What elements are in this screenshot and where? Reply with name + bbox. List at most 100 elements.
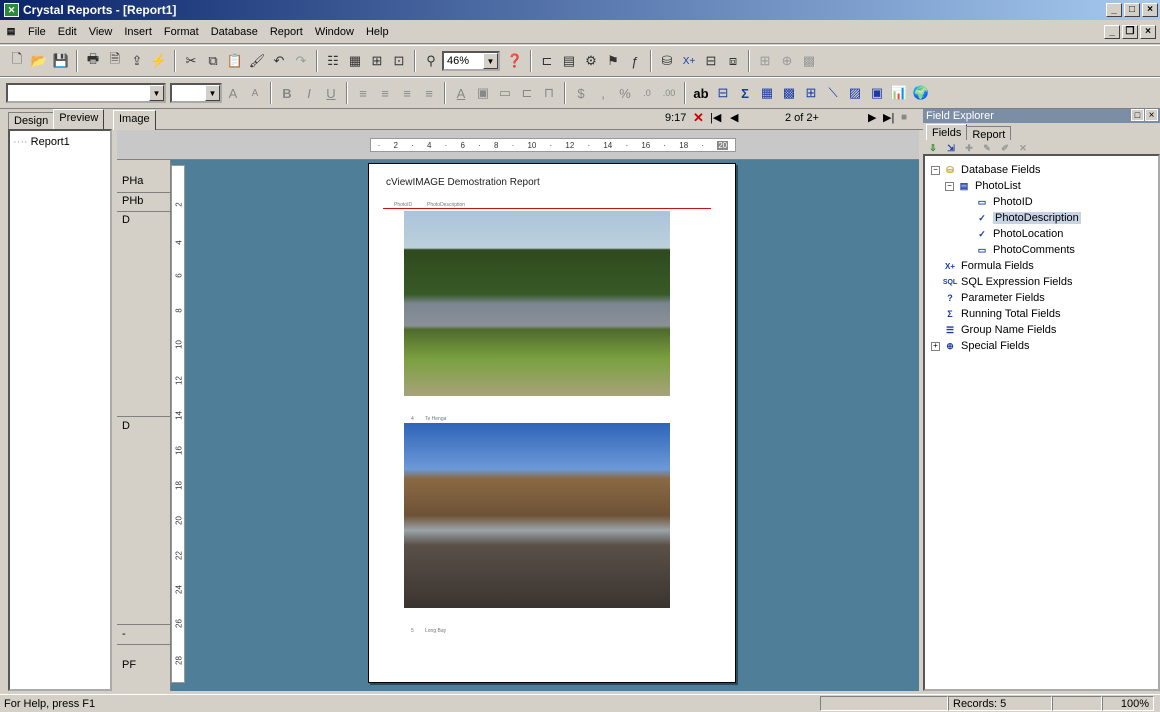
prev-page-icon[interactable]: ◀ <box>730 111 738 124</box>
line-style-icon[interactable]: ▭ <box>494 82 516 104</box>
currency-icon[interactable]: $ <box>570 82 592 104</box>
section-page-header-a[interactable]: PHa <box>122 175 143 187</box>
align-right-icon[interactable]: ≡ <box>396 82 418 104</box>
browse-icon[interactable]: ⇲ <box>944 142 958 154</box>
document-icon[interactable]: ▤ <box>4 26 18 38</box>
insert-text-icon[interactable]: ▤ <box>558 50 580 72</box>
menu-insert[interactable]: Insert <box>118 26 158 38</box>
olap-icon[interactable]: ▩ <box>778 82 800 104</box>
menu-format[interactable]: Format <box>158 26 205 38</box>
open-icon[interactable]: 📂 <box>28 50 50 72</box>
font-grow-icon[interactable]: A <box>222 82 244 104</box>
section-suppressed[interactable]: - <box>122 628 126 640</box>
increase-decimal-icon[interactable]: .0 <box>636 82 658 104</box>
row-photoid[interactable]: 5 <box>411 628 414 634</box>
group-icon[interactable]: ⊟ <box>712 82 734 104</box>
font-size-combo[interactable]: ▼ <box>170 83 222 103</box>
close-button[interactable]: × <box>1142 3 1158 17</box>
menu-window[interactable]: Window <box>309 26 360 38</box>
repository-icon[interactable]: ⊡ <box>388 50 410 72</box>
zoom-combo[interactable]: 46% ▼ <box>442 51 500 71</box>
menu-file[interactable]: File <box>22 26 52 38</box>
menu-edit[interactable]: Edit <box>52 26 83 38</box>
group-tree-icon[interactable]: ☷ <box>322 50 344 72</box>
tree-node-photolist[interactable]: − ▤ PhotoList <box>931 178 1152 194</box>
justify-icon[interactable]: ≡ <box>418 82 440 104</box>
tree-item-report1[interactable]: ···· Report1 <box>13 134 107 150</box>
underline-icon[interactable]: U <box>320 82 342 104</box>
collapse-icon[interactable]: − <box>945 181 954 191</box>
row-description[interactable]: Long Bay <box>425 628 446 634</box>
close-icon[interactable]: × <box>1145 109 1158 121</box>
tab-image[interactable]: Image <box>113 110 156 130</box>
section-details-2[interactable]: D <box>122 420 130 432</box>
doc-minimize-button[interactable]: _ <box>1104 24 1120 39</box>
link-icon[interactable]: ⊕ <box>776 50 798 72</box>
tree-node-running-total-fields[interactable]: Σ Running Total Fields <box>931 306 1152 322</box>
tree-node-group-name-fields[interactable]: ☰ Group Name Fields <box>931 322 1152 338</box>
box-icon[interactable]: ▨ <box>844 82 866 104</box>
rename-icon[interactable]: ✐ <box>998 142 1012 154</box>
paste-icon[interactable]: 📋 <box>224 50 246 72</box>
expert-icon[interactable]: ⚙ <box>580 50 602 72</box>
undo-icon[interactable]: ↶ <box>268 50 290 72</box>
publish-icon[interactable]: ⊞ <box>754 50 776 72</box>
font-combo[interactable]: ▼ <box>6 83 166 103</box>
copy-icon[interactable]: ⧉ <box>202 50 224 72</box>
format-painter-icon[interactable]: 🖌 <box>246 50 268 72</box>
tree-node-sql-fields[interactable]: SQL SQL Expression Fields <box>931 274 1152 290</box>
save-icon[interactable]: 💾 <box>50 50 72 72</box>
photo-image[interactable] <box>404 423 670 608</box>
tree-node-field[interactable]: ▭ PhotoID <box>931 194 1152 210</box>
database-expert-icon[interactable]: ⛁ <box>656 50 678 72</box>
picture-icon[interactable]: ▣ <box>866 82 888 104</box>
row-description[interactable]: Te Henga <box>425 416 446 422</box>
last-page-icon[interactable]: ▶| <box>883 111 894 124</box>
subreport-icon[interactable]: ⊞ <box>800 82 822 104</box>
doc-close-button[interactable]: × <box>1140 24 1156 39</box>
photo-image[interactable] <box>404 211 670 396</box>
tree-node-field[interactable]: ▭ PhotoComments <box>931 242 1152 258</box>
insert-field-icon[interactable]: ⊏ <box>536 50 558 72</box>
refresh-icon[interactable]: ⚡ <box>148 50 170 72</box>
font-color-icon[interactable]: A <box>450 82 472 104</box>
insert-to-report-icon[interactable]: ⇩ <box>926 142 940 154</box>
redo-icon[interactable]: ↷ <box>290 50 312 72</box>
chevron-down-icon[interactable]: ▼ <box>149 85 164 101</box>
summary-icon[interactable]: Σ <box>734 82 756 104</box>
section-page-footer[interactable]: PF <box>122 659 136 671</box>
close-icon[interactable]: ✕ <box>693 110 704 126</box>
cross-tab-icon[interactable]: ▦ <box>756 82 778 104</box>
cut-icon[interactable]: ✂ <box>180 50 202 72</box>
formula-workshop-icon[interactable]: X+ <box>678 50 700 72</box>
tree-node-formula-fields[interactable]: X+ Formula Fields <box>931 258 1152 274</box>
tab-design[interactable]: Design <box>8 112 55 129</box>
section-expert-icon[interactable]: ⊟ <box>700 50 722 72</box>
report-title[interactable]: cViewIMAGE Demostration Report <box>386 177 540 188</box>
delete-icon[interactable]: ✕ <box>1016 142 1030 154</box>
menu-help[interactable]: Help <box>360 26 395 38</box>
map-icon[interactable]: 🌍 <box>910 82 932 104</box>
doc-restore-button[interactable]: ❐ <box>1122 24 1138 39</box>
comma-icon[interactable]: , <box>592 82 614 104</box>
help-icon[interactable]: ❓ <box>504 50 526 72</box>
print-icon[interactable]: 🖶 <box>82 50 104 72</box>
chart-icon[interactable]: 📊 <box>888 82 910 104</box>
new-icon[interactable]: 🗋 <box>6 50 28 72</box>
suppress-icon[interactable]: ⊏ <box>516 82 538 104</box>
restore-icon[interactable]: □ <box>1131 109 1144 121</box>
new-icon[interactable]: ✚ <box>962 142 976 154</box>
select-expert-icon[interactable]: ⚑ <box>602 50 624 72</box>
formula-icon[interactable]: ƒ <box>624 50 646 72</box>
border-icon[interactable]: ▣ <box>472 82 494 104</box>
tree-node-field[interactable]: ✓ PhotoLocation <box>931 226 1152 242</box>
decrease-decimal-icon[interactable]: .00 <box>658 82 680 104</box>
grid-icon[interactable]: ▩ <box>798 50 820 72</box>
export-icon[interactable]: ⇪ <box>126 50 148 72</box>
section-page-header-b[interactable]: PHb <box>122 195 143 207</box>
print-preview-icon[interactable]: 🗎 <box>104 50 126 72</box>
lock-format-icon[interactable]: ⊓ <box>538 82 560 104</box>
percent-icon[interactable]: % <box>614 82 636 104</box>
collapse-icon[interactable]: − <box>931 165 940 175</box>
menu-database[interactable]: Database <box>205 26 264 38</box>
